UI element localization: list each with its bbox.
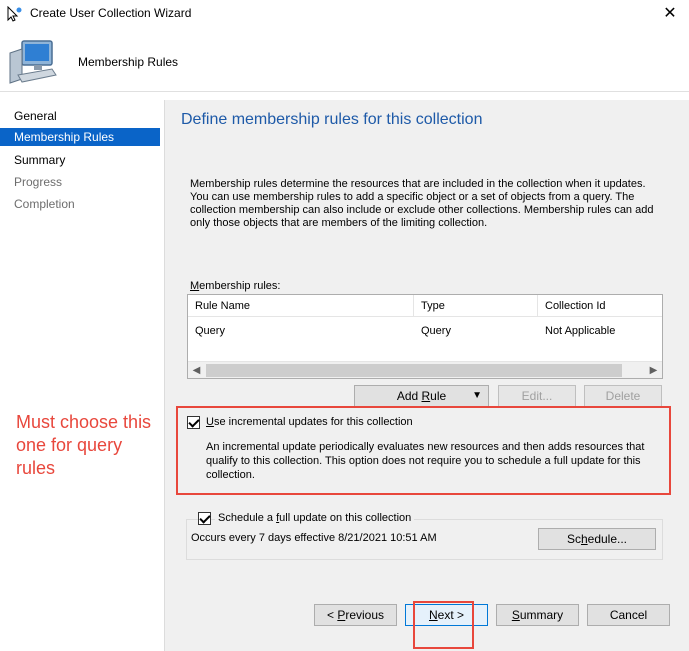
cell-rule-name: Query [195, 325, 225, 337]
schedule-button[interactable]: Schedule... [538, 528, 656, 550]
step-general[interactable]: General [0, 107, 160, 125]
window-title: Create User Collection Wizard [30, 6, 192, 20]
annotation-highlight-next [413, 601, 474, 649]
step-completion: Completion [14, 197, 75, 211]
page-description: Membership rules determine the resources… [190, 178, 654, 229]
step-summary[interactable]: Summary [0, 151, 160, 169]
dropdown-arrow-icon: ▼ [472, 390, 482, 401]
page-heading: Define membership rules for this collect… [181, 111, 483, 128]
annotation-highlight-incremental [176, 406, 671, 495]
previous-button[interactable]: < Previous [314, 604, 397, 626]
edit-button[interactable]: Edit... [498, 385, 576, 407]
cancel-button[interactable]: Cancel [587, 604, 670, 626]
scroll-right-icon[interactable]: ▶ [645, 362, 662, 379]
summary-button[interactable]: Summary [496, 604, 579, 626]
wizard-step-sidebar: General Membership Rules Summary Progres… [0, 100, 164, 651]
computer-icon [9, 40, 57, 84]
full-update-checkbox[interactable] [198, 512, 211, 525]
schedule-summary: Occurs every 7 days effective 8/21/2021 … [191, 532, 437, 544]
scroll-thumb[interactable] [206, 364, 622, 377]
membership-rules-list[interactable]: Rule Name Type Collection Id Query Query… [187, 294, 663, 379]
wizard-banner: Membership Rules [0, 28, 689, 92]
list-header: Rule Name Type Collection Id [188, 295, 662, 317]
column-rule-name[interactable]: Rule Name [188, 295, 414, 317]
title-bar: Create User Collection Wizard ✕ [0, 0, 689, 28]
column-type[interactable]: Type [414, 295, 538, 317]
step-membership-rules[interactable]: Membership Rules [0, 128, 160, 146]
step-progress: Progress [14, 175, 63, 189]
column-collection-id[interactable]: Collection Id [538, 295, 662, 317]
close-icon[interactable]: ✕ [655, 2, 685, 26]
delete-button[interactable]: Delete [584, 385, 662, 407]
cell-collection-id: Not Applicable [545, 325, 616, 337]
full-update-label[interactable]: Schedule a full update on this collectio… [215, 512, 415, 524]
scroll-left-icon[interactable]: ◀ [188, 362, 205, 379]
add-rule-button[interactable]: Add Rule ▼ [354, 385, 489, 407]
horizontal-scrollbar[interactable]: ◀ ▶ [188, 361, 662, 378]
wizard-app-icon [7, 6, 22, 22]
annotation-note: Must choose this one for query rules [16, 412, 152, 478]
banner-title: Membership Rules [78, 55, 179, 69]
membership-rules-label: Membership rules: [190, 280, 281, 292]
cell-type: Query [421, 325, 451, 337]
